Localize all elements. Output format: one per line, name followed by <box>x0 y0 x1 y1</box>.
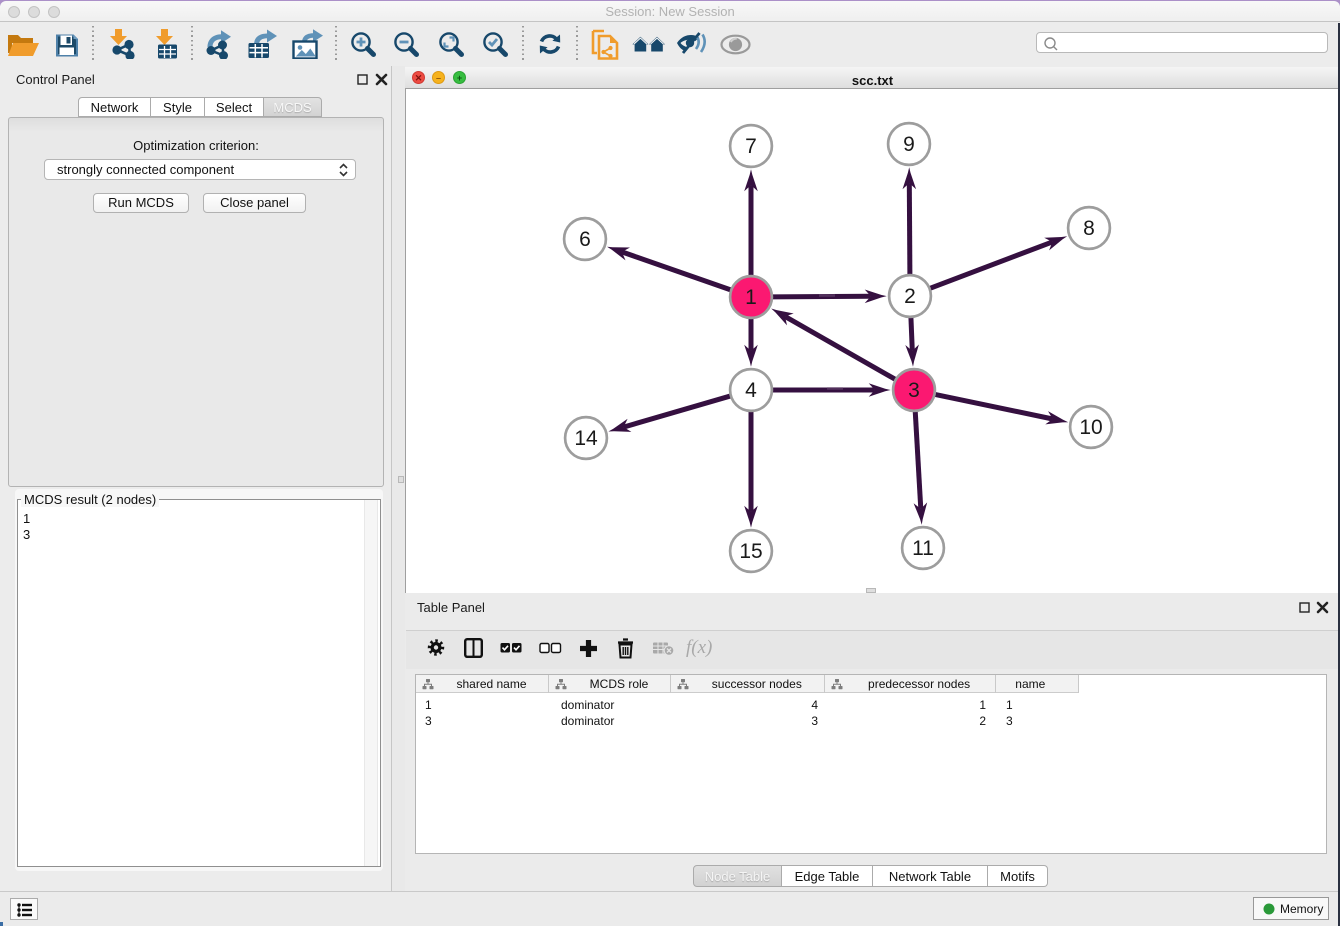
svg-text:4: 4 <box>745 379 757 402</box>
svg-text:11: 11 <box>912 537 934 560</box>
svg-text:6: 6 <box>579 228 591 251</box>
svg-text:7: 7 <box>745 135 757 158</box>
svg-text:15: 15 <box>739 540 762 563</box>
svg-text:14: 14 <box>574 427 598 450</box>
svg-text:1: 1 <box>745 286 757 309</box>
svg-text:2: 2 <box>904 285 916 308</box>
svg-text:10: 10 <box>1079 416 1102 439</box>
svg-text:3: 3 <box>908 379 920 402</box>
svg-text:9: 9 <box>903 133 915 156</box>
svg-text:8: 8 <box>1083 217 1095 240</box>
